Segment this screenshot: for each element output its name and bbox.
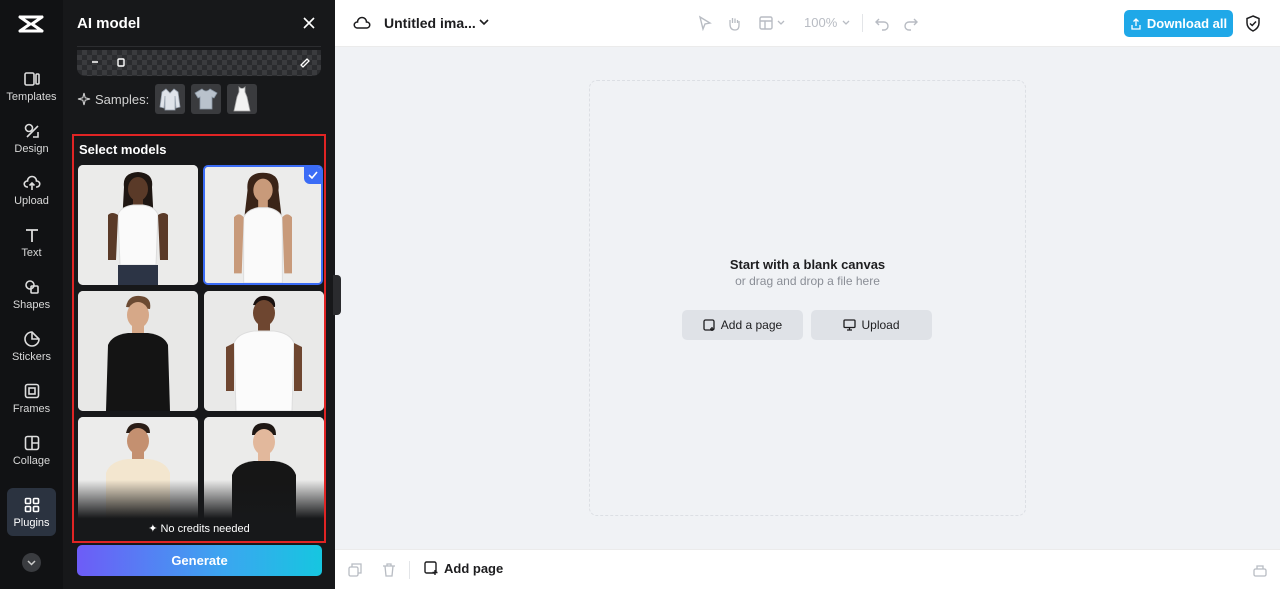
eraser-icon[interactable]	[299, 56, 311, 68]
model-woman-1-image	[78, 165, 198, 285]
rail-item-collage[interactable]: Collage	[0, 432, 63, 482]
layout-icon[interactable]	[758, 15, 774, 31]
rail-item-shapes[interactable]: Shapes	[0, 276, 63, 326]
more-button[interactable]	[22, 553, 41, 572]
model-card-man-2[interactable]	[204, 291, 324, 411]
canvas-subtitle: or drag and drop a file here	[735, 274, 880, 288]
add-page-button[interactable]: Add page	[424, 561, 503, 576]
chevron-down-icon[interactable]	[777, 20, 785, 26]
divider	[77, 46, 321, 47]
model-card-woman-2[interactable]	[203, 165, 323, 285]
chevron-down-icon[interactable]	[479, 19, 489, 26]
bottom-bar: Add page	[335, 549, 1280, 589]
blank-canvas-dropzone[interactable]	[589, 80, 1026, 516]
frames-icon	[24, 383, 39, 399]
rail-item-upload[interactable]: Upload	[0, 172, 63, 222]
top-bar: Untitled ima... 100% Download all	[335, 0, 1280, 47]
panel-title: AI model	[77, 15, 141, 32]
sample-dress[interactable]	[227, 84, 258, 114]
credits-note: ✦ No credits needed	[148, 523, 250, 535]
rail-label: Plugins	[13, 517, 50, 529]
plugins-icon	[24, 497, 39, 513]
select-pointer-icon[interactable]	[697, 15, 713, 31]
add-a-page-button[interactable]: Add a page	[682, 310, 803, 340]
garment-preview	[77, 50, 321, 76]
chevron-down-icon	[27, 559, 36, 566]
rail-label: Text	[21, 247, 42, 259]
delete-icon[interactable]	[115, 56, 127, 68]
rail-label: Shapes	[12, 299, 51, 311]
model-card-woman-1[interactable]	[78, 165, 198, 285]
rail-item-design[interactable]: Design	[0, 120, 63, 170]
canvas-title: Start with a blank canvas	[729, 257, 886, 272]
toolbar-divider	[862, 14, 863, 32]
collapse-panel-handle[interactable]	[333, 275, 341, 315]
page-panel-toggle-icon[interactable]	[1252, 562, 1268, 578]
zoom-level[interactable]: 100%	[804, 15, 837, 30]
shield-check-icon[interactable]	[1245, 15, 1261, 32]
rail-item-stickers[interactable]: Stickers	[0, 328, 63, 378]
templates-icon	[23, 72, 40, 86]
close-icon[interactable]	[301, 15, 317, 31]
stickers-icon	[23, 331, 40, 347]
model-card-man-1[interactable]	[78, 291, 198, 411]
text-icon	[25, 229, 38, 242]
upload-label: Upload	[861, 318, 900, 332]
design-icon	[24, 123, 39, 138]
shirt-icon	[159, 88, 181, 111]
samples-label: Samples:	[95, 91, 150, 107]
upload-icon	[22, 175, 41, 190]
download-all-label: Download all	[1146, 16, 1228, 31]
trash-icon[interactable]	[381, 562, 397, 578]
ai-model-panel: AI model Samples: Select models ✦ No cre…	[63, 0, 335, 589]
add-page-icon	[424, 561, 438, 575]
add-page-label: Add page	[444, 561, 504, 576]
monitor-icon	[843, 319, 857, 331]
rail-label: Stickers	[11, 351, 52, 363]
redo-icon[interactable]	[903, 15, 919, 31]
rail-item-text[interactable]: Text	[0, 224, 63, 274]
model-man-2-image	[204, 291, 324, 411]
rail-item-plugins[interactable]: Plugins	[7, 488, 56, 536]
model-woman-2-image	[205, 167, 321, 283]
rail-item-templates[interactable]: Templates	[0, 68, 63, 118]
sample-shirt[interactable]	[155, 84, 186, 114]
collage-icon	[24, 435, 39, 451]
download-all-button[interactable]: Download all	[1124, 10, 1233, 37]
left-rail: Templates Design Upload Text Shapes Stic…	[0, 0, 63, 589]
cloud-icon[interactable]	[353, 15, 371, 31]
upload-button[interactable]: Upload	[811, 310, 932, 340]
select-models-section: Select models ✦ No credits needed	[72, 134, 326, 543]
rail-label: Design	[14, 143, 49, 155]
hand-pan-icon[interactable]	[726, 15, 742, 31]
add-page-icon	[703, 318, 715, 331]
add-a-page-label: Add a page	[720, 318, 783, 332]
rail-label: Upload	[14, 195, 49, 207]
export-icon	[1131, 17, 1141, 30]
sample-tshirt[interactable]	[191, 84, 222, 114]
rail-label: Collage	[12, 455, 51, 467]
link-icon[interactable]	[89, 56, 101, 68]
chevron-down-icon[interactable]	[842, 20, 850, 26]
tshirt-icon	[194, 88, 218, 110]
select-models-title: Select models	[79, 142, 167, 157]
selected-check-icon	[304, 167, 321, 184]
samples-row: Samples:	[77, 84, 258, 114]
dress-icon	[233, 86, 251, 112]
undo-icon[interactable]	[874, 15, 890, 31]
model-man-1-image	[78, 291, 198, 411]
document-title[interactable]: Untitled ima...	[384, 15, 476, 31]
rail-item-frames[interactable]: Frames	[0, 380, 63, 430]
rail-label: Templates	[6, 91, 57, 103]
capcut-logo-icon[interactable]	[17, 13, 45, 35]
duplicate-page-icon[interactable]	[347, 562, 363, 578]
shapes-icon	[24, 280, 39, 294]
bottom-divider	[409, 561, 410, 579]
rail-label: Frames	[12, 403, 51, 415]
generate-button[interactable]: Generate	[77, 545, 322, 576]
sparkle-icon	[77, 92, 91, 106]
